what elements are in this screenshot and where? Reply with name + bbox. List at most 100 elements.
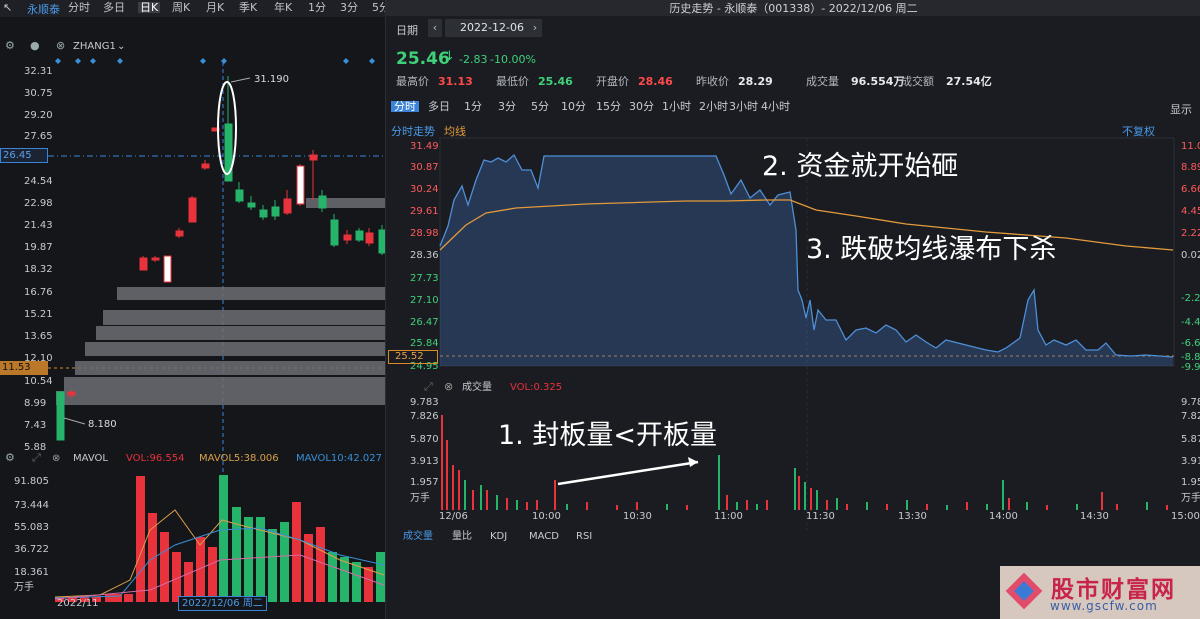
volume-bar — [441, 415, 443, 510]
candle-body — [56, 391, 65, 441]
price-axis-label: 31.49 — [410, 141, 439, 152]
indicator-tab-2[interactable]: KDJ — [490, 531, 507, 542]
volume-bar — [124, 594, 133, 602]
price-axis-label: 30.75 — [24, 88, 53, 99]
volume-bar — [1101, 492, 1103, 510]
volume-bar — [566, 504, 568, 510]
crosshair-price-tag: 26.45 — [0, 148, 48, 163]
candle-body — [188, 197, 197, 223]
close-icon[interactable]: ⊗ — [52, 453, 60, 464]
volume-bar — [966, 502, 968, 510]
volume-axis-label-right: 7.82 — [1181, 411, 1200, 422]
volume-bar — [136, 476, 145, 602]
pct-axis-label: -6.62 — [1181, 338, 1200, 349]
volume-bar — [244, 517, 253, 602]
annotation-arrow — [557, 460, 699, 486]
volume-bar — [526, 502, 528, 510]
pct-axis-label: 8.89 — [1181, 162, 1200, 173]
price-range-bar — [85, 342, 385, 356]
volume-axis-label-right: 9.78 — [1181, 397, 1200, 408]
marker-dot — [75, 58, 81, 64]
volume-bar — [292, 502, 301, 602]
volume-bar — [232, 507, 241, 602]
price-axis-label: 27.10 — [410, 295, 439, 306]
candle-body — [67, 391, 76, 396]
price-range-bar — [306, 198, 385, 208]
time-axis-label: 10:00 — [532, 511, 561, 522]
volume-bar — [219, 475, 228, 602]
date-label: 2022/11 — [57, 598, 99, 609]
price-axis-label: 22.98 — [24, 198, 53, 209]
volume-value: VOL:0.325 — [510, 382, 563, 393]
volume-bar — [452, 465, 454, 510]
volume-bar — [718, 455, 720, 510]
volume-bar — [506, 498, 508, 510]
expand-icon[interactable]: ⤢ — [424, 380, 433, 394]
mavol5-value: MAVOL5:38.006 — [199, 453, 279, 464]
marker-dot — [200, 58, 206, 64]
candle-body — [163, 255, 172, 283]
price-axis-label: 28.36 — [410, 250, 439, 261]
price-axis-label: 7.43 — [24, 420, 47, 431]
volume-bar — [446, 440, 448, 510]
marker-dot — [90, 58, 96, 64]
volume-bar — [1076, 504, 1078, 510]
price-axis-label: 29.20 — [24, 110, 53, 121]
volume-bar — [906, 500, 908, 510]
indicator-tab-4[interactable]: RSI — [576, 531, 592, 542]
price-axis-label: 15.21 — [24, 309, 53, 320]
time-axis-label: 14:00 — [989, 511, 1018, 522]
price-axis-label: 8.99 — [24, 398, 47, 409]
price-axis-label: 25.84 — [410, 338, 439, 349]
volume-bar — [516, 500, 518, 510]
candle-body — [343, 234, 352, 241]
candle-body — [365, 232, 374, 244]
volume-axis-label: 3.913 — [410, 456, 439, 467]
volume-bar — [536, 500, 538, 510]
volume-bar — [794, 468, 796, 510]
volume-bar — [810, 488, 812, 510]
time-axis-label: 15:00 — [1171, 511, 1200, 522]
indicator-tab-0[interactable]: 成交量 — [403, 531, 433, 542]
price-axis-label: 27.65 — [24, 131, 53, 142]
price-axis-label: 30.24 — [410, 184, 439, 195]
volume-axis-label-right: 5.87 — [1181, 434, 1200, 445]
volume-axis-label: 55.083 — [14, 522, 49, 533]
volume-bar — [1002, 480, 1004, 510]
candle-body — [296, 165, 305, 205]
volume-bar — [804, 482, 806, 510]
volume-bar — [746, 500, 748, 510]
annotation-2: 2. 资金就开始砸 — [762, 151, 959, 182]
volume-axis-label: 5.870 — [410, 434, 439, 445]
pct-axis-label: -9.9 — [1181, 362, 1200, 373]
marker-dot — [221, 58, 227, 64]
pct-axis-label: 4.45 — [1181, 206, 1200, 217]
indicator-tab-1[interactable]: 量比 — [452, 531, 472, 542]
volume-bar — [846, 504, 848, 510]
pct-axis-label: 2.22 — [1181, 228, 1200, 239]
volume-bar — [616, 505, 618, 510]
volume-bar — [946, 505, 948, 510]
price-range-bar — [64, 377, 385, 391]
volume-bar — [798, 476, 800, 510]
marker-dot — [117, 58, 123, 64]
time-axis-label: 13:30 — [898, 511, 927, 522]
marker-dot — [369, 58, 375, 64]
candle-body — [139, 257, 148, 271]
volume-bar — [105, 594, 114, 602]
annotation-1: 1. 封板量<开板量 — [498, 420, 717, 451]
time-axis-label: 14:30 — [1080, 511, 1109, 522]
mavol-name[interactable]: MAVOL — [73, 453, 108, 464]
volume-name[interactable]: 成交量 — [462, 382, 492, 393]
price-axis-label: 19.87 — [24, 242, 53, 253]
history-intraday-window: 历史走势 - 永顺泰（001338）- 2022/12/06 周二 日期 ‹ 2… — [385, 0, 1200, 619]
expand-icon[interactable]: ⤢ — [32, 451, 41, 465]
candle-body — [330, 219, 339, 246]
volume-axis-label-right: 3.91 — [1181, 456, 1200, 467]
close-icon[interactable]: ⊗ — [444, 380, 453, 393]
pct-axis-label: -4.4 — [1181, 317, 1200, 328]
volume-bar — [376, 552, 385, 602]
indicator-tab-3[interactable]: MACD — [529, 531, 559, 542]
volume-bar — [554, 480, 556, 510]
gear-icon[interactable]: ⚙ — [5, 451, 15, 464]
